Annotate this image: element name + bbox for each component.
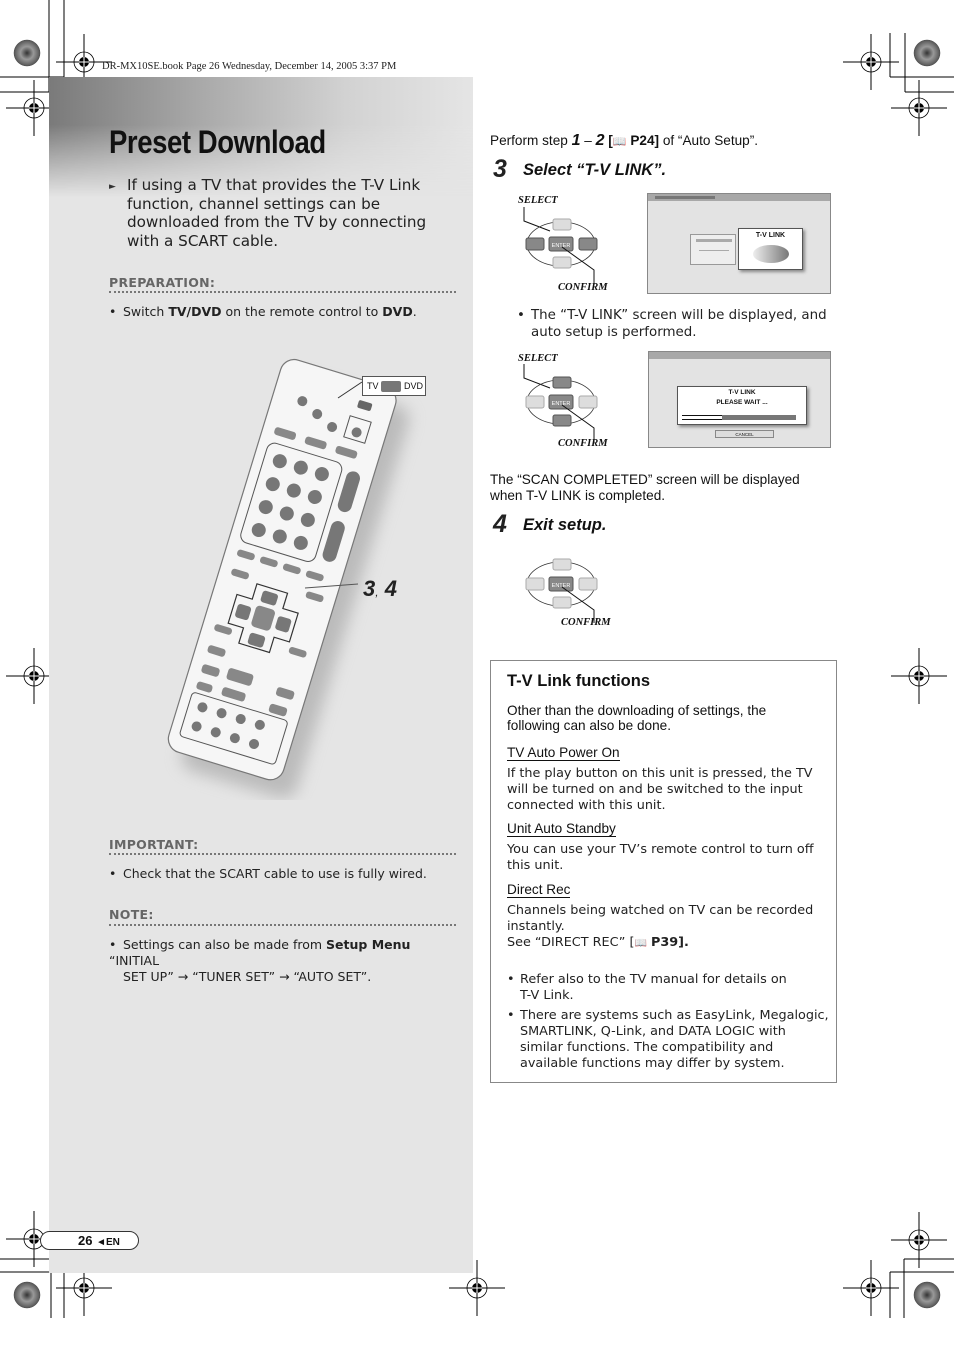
intro-text: If using a TV that provides the T-V Link…: [127, 176, 427, 250]
function-item-tv-auto-power-on: TV Auto Power On If the play button on t…: [507, 742, 813, 814]
info-note: • Refer also to the TV manual for details…: [507, 972, 787, 1003]
navigation-pad-confirm: ENTER: [525, 558, 598, 623]
book-icon: 📖: [634, 938, 647, 949]
menu-option-inactive[interactable]: [690, 234, 736, 265]
book-icon: 📖: [612, 136, 627, 148]
preparation-heading: PREPARATION:: [109, 275, 216, 290]
step-title: Exit setup.: [523, 516, 607, 534]
step-number: 4: [493, 510, 507, 538]
enter-button-label: ENTER: [552, 401, 571, 407]
bullet-icon: •: [109, 937, 117, 952]
page-number: 26 ◄EN: [78, 1233, 120, 1248]
bullet-icon: •: [109, 304, 117, 319]
enter-button-label: ENTER: [552, 583, 571, 589]
scan-completed-text: The “SCAN COMPLETED” screen will be disp…: [490, 472, 800, 503]
info-box-lead: Other than the downloading of settings, …: [507, 703, 767, 733]
progress-fill: [682, 415, 722, 420]
function-heading: Unit Auto Standby: [507, 821, 616, 837]
bullet-icon: •: [507, 972, 515, 987]
tv-screen-progress: T-V LINK PLEASE WAIT ... CANCEL: [648, 351, 831, 448]
screen-tab-indicator: [655, 196, 715, 199]
important-heading: IMPORTANT:: [109, 837, 199, 852]
bullet-icon: •: [517, 308, 525, 323]
note-heading: NOTE:: [109, 907, 154, 922]
perform-step-line: Perform step 1 – 2 [📖 P24] of “Auto Setu…: [490, 132, 759, 149]
preparation-bullet: • Switch TV/DVD on the remote control to …: [109, 304, 417, 319]
function-item-unit-auto-standby: Unit Auto Standby You can use your TV’s …: [507, 818, 814, 874]
arrow-left-icon: ◄: [96, 1237, 106, 1248]
navigation-pad-select: ENTER: [523, 364, 598, 442]
step3-bullet: • The “T-V LINK” screen will be displayed…: [517, 308, 827, 340]
divider: [109, 291, 456, 293]
progress-dialog: T-V LINK PLEASE WAIT ...: [677, 386, 807, 425]
note-bullet: • Settings can also be made from Setup Me…: [109, 937, 411, 984]
cancel-button[interactable]: CANCEL: [715, 430, 774, 438]
progress-bar: [682, 415, 796, 420]
remote-control-illustration: [167, 358, 410, 799]
menu-option-tv-link[interactable]: T-V LINK: [738, 228, 803, 270]
color-target: [913, 1281, 941, 1309]
page-reference-link[interactable]: P24: [630, 133, 654, 148]
tv-link-functions-box: T-V Link functions Other than the downlo…: [490, 660, 837, 1083]
function-description: You can use your TV’s remote control to …: [507, 842, 814, 873]
dialog-status: PLEASE WAIT ...: [716, 399, 768, 406]
navigation-pad-select: ENTER: [523, 207, 598, 285]
print-header: DR-MX10SE.book Page 26 Wednesday, Decemb…: [102, 61, 397, 72]
enter-button-label: ENTER: [552, 243, 571, 249]
triangle-bullet-icon: ►: [109, 182, 116, 192]
step-callout: 3, 4: [363, 576, 397, 601]
color-target: [13, 39, 41, 67]
function-description: If the play button on this unit is press…: [507, 766, 813, 813]
confirm-label: CONFIRM: [561, 617, 611, 628]
dialog-title: T-V LINK: [728, 389, 756, 396]
screen-top-bar: [649, 352, 830, 359]
info-note: • There are systems such as EasyLink, Meg…: [507, 1008, 829, 1071]
switch-tv-label: TV: [367, 381, 379, 391]
bullet-icon: •: [109, 866, 117, 881]
function-item-direct-rec: Direct Rec Channels being watched on TV …: [507, 879, 813, 952]
divider: [109, 924, 456, 926]
function-heading: Direct Rec: [507, 882, 571, 898]
page-reference-link[interactable]: P39: [651, 935, 678, 950]
bullet-icon: •: [507, 1008, 515, 1023]
function-description: Channels being watched on TV can be reco…: [507, 903, 814, 950]
info-box-title: T-V Link functions: [507, 672, 650, 690]
tv-screen-menu: T-V LINK: [647, 193, 831, 294]
important-bullet: • Check that the SCART cable to use is fu…: [109, 866, 427, 881]
color-target: [913, 39, 941, 67]
slide-switch-icon: [381, 381, 401, 392]
page-title: Preset Download: [109, 124, 326, 160]
link-icon: [753, 245, 789, 263]
divider: [109, 853, 456, 855]
step-title: Select “T-V LINK”.: [523, 161, 667, 179]
intro-paragraph: ► If using a TV that provides the T-V Li…: [109, 176, 459, 250]
tv-dvd-switch-callout: TV DVD: [362, 376, 426, 396]
color-target: [13, 1281, 41, 1309]
confirm-label: CONFIRM: [558, 438, 608, 449]
switch-dvd-label: DVD: [404, 381, 424, 391]
function-heading: TV Auto Power On: [507, 745, 620, 761]
step-number: 3: [493, 155, 507, 183]
confirm-label: CONFIRM: [558, 282, 608, 293]
